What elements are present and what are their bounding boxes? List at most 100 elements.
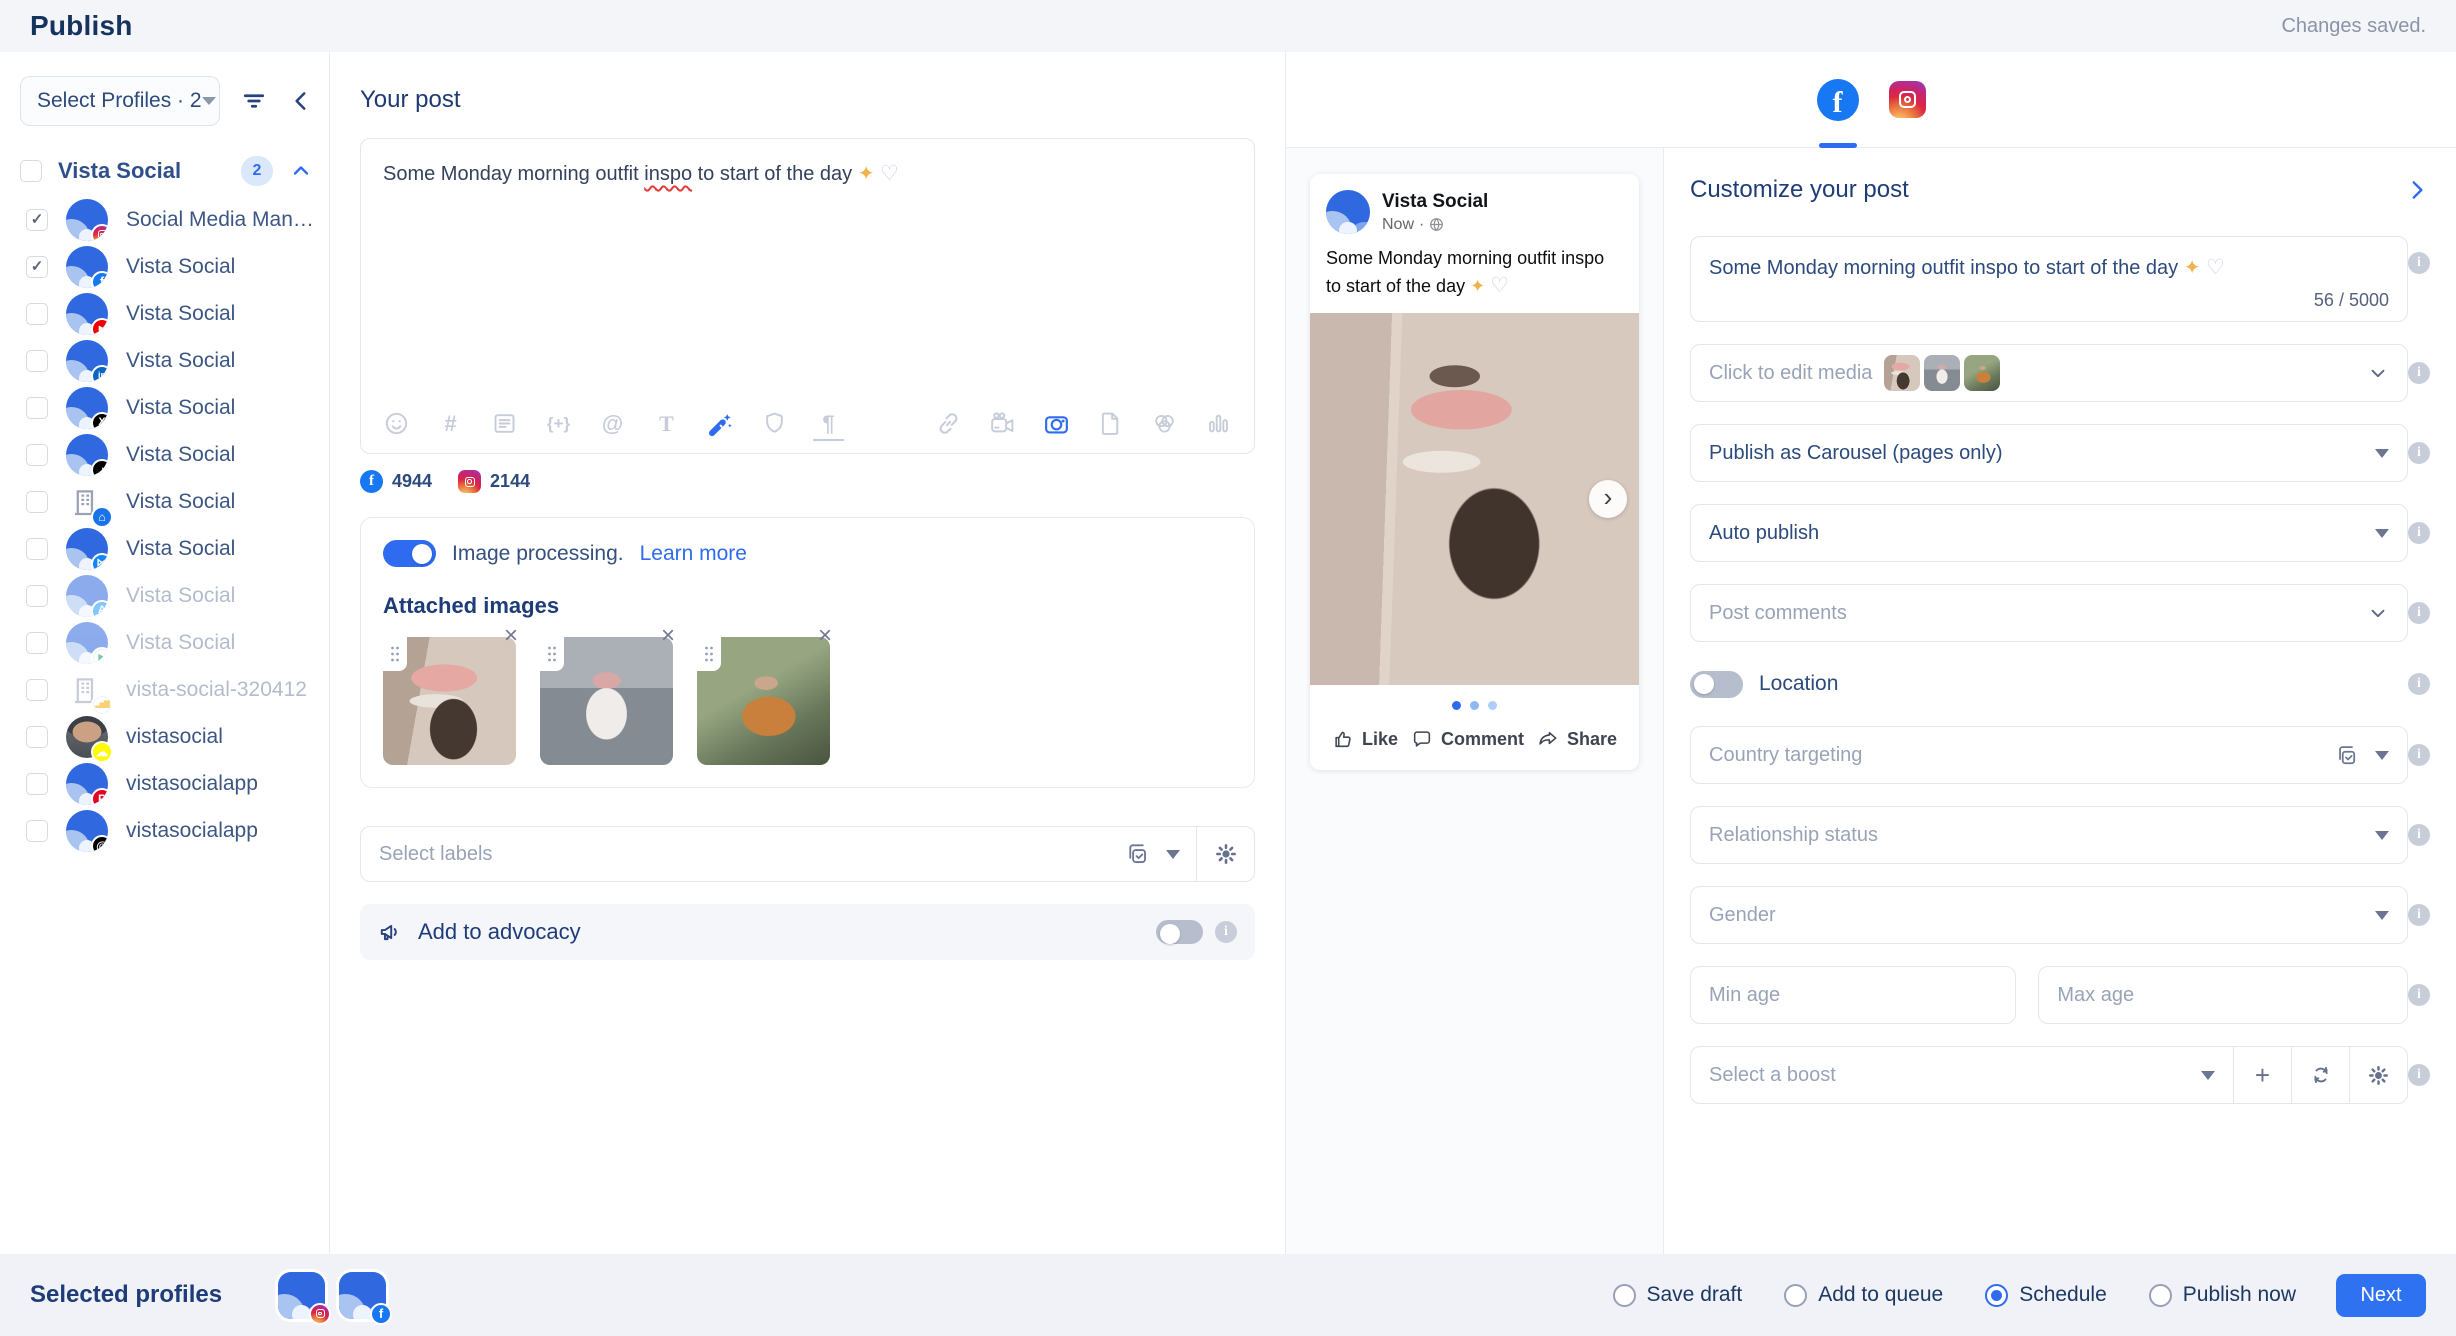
labels-settings-button[interactable] bbox=[1196, 827, 1254, 881]
refresh-boost-button[interactable] bbox=[2291, 1047, 2349, 1103]
carousel-mode-select[interactable]: Publish as Carousel (pages only) bbox=[1690, 424, 2408, 482]
profile-checkbox[interactable] bbox=[26, 350, 48, 372]
labels-select[interactable]: Select labels bbox=[360, 826, 1255, 882]
analytics-bars-icon[interactable] bbox=[1205, 410, 1232, 437]
carousel-dot[interactable] bbox=[1452, 701, 1461, 710]
carousel-dot[interactable] bbox=[1470, 701, 1479, 710]
camera-icon[interactable] bbox=[1043, 410, 1070, 437]
profile-row[interactable]: ♪ Vista Social bbox=[0, 431, 329, 478]
attached-image-2[interactable]: × bbox=[540, 637, 673, 765]
option-publish-now[interactable]: Publish now bbox=[2149, 1283, 2296, 1307]
min-age-field[interactable]: Min age bbox=[1690, 966, 2016, 1024]
image-processing-toggle[interactable] bbox=[383, 540, 436, 567]
info-icon[interactable]: i bbox=[2408, 602, 2430, 624]
hashtag-icon[interactable]: # bbox=[437, 410, 464, 437]
profile-checkbox[interactable] bbox=[26, 444, 48, 466]
info-icon[interactable]: i bbox=[2408, 1064, 2430, 1086]
profile-row[interactable]: ▂▅▇ vista-social-320412 bbox=[0, 666, 329, 713]
profile-checkbox[interactable] bbox=[26, 585, 48, 607]
location-toggle[interactable] bbox=[1690, 671, 1743, 698]
remove-image-icon[interactable]: × bbox=[498, 623, 524, 649]
profile-row[interactable]: X Vista Social bbox=[0, 384, 329, 431]
link-icon[interactable] bbox=[935, 410, 962, 437]
next-button[interactable]: Next bbox=[2336, 1274, 2426, 1317]
chevron-down-icon[interactable] bbox=[1166, 850, 1180, 859]
edit-media-field[interactable]: Click to edit media bbox=[1690, 344, 2408, 402]
profile-row[interactable]: ✓ Social Media Managem… bbox=[0, 196, 329, 243]
info-icon[interactable]: i bbox=[2408, 522, 2430, 544]
profile-checkbox[interactable] bbox=[26, 726, 48, 748]
info-icon[interactable]: i bbox=[2408, 744, 2430, 766]
document-icon[interactable] bbox=[1097, 410, 1124, 437]
notes-icon[interactable] bbox=[491, 410, 518, 437]
info-icon[interactable]: i bbox=[2408, 362, 2430, 384]
option-schedule[interactable]: Schedule bbox=[1985, 1283, 2107, 1307]
add-boost-button[interactable]: + bbox=[2233, 1047, 2291, 1103]
copy-check-icon[interactable] bbox=[2334, 743, 2359, 768]
profile-row[interactable]: @ vistasocialapp bbox=[0, 807, 329, 854]
profile-checkbox[interactable] bbox=[26, 303, 48, 325]
media-library-icon[interactable] bbox=[1151, 410, 1178, 437]
manage-labels-icon[interactable] bbox=[1124, 841, 1150, 867]
country-targeting-select[interactable]: Country targeting bbox=[1690, 726, 2408, 784]
profile-row[interactable]: ⋈ Vista Social bbox=[0, 525, 329, 572]
info-icon[interactable]: i bbox=[2408, 824, 2430, 846]
video-icon[interactable] bbox=[989, 410, 1016, 437]
group-checkbox[interactable] bbox=[20, 160, 42, 182]
info-icon[interactable]: i bbox=[2408, 673, 2430, 695]
attached-image-1[interactable]: × bbox=[383, 637, 516, 765]
profile-checkbox[interactable]: ✓ bbox=[26, 256, 48, 278]
carousel-next-button[interactable]: › bbox=[1589, 480, 1627, 518]
profile-row[interactable]: ✓ f Vista Social bbox=[0, 243, 329, 290]
profile-row[interactable]: A Vista Social bbox=[0, 572, 329, 619]
remove-image-icon[interactable]: × bbox=[812, 623, 838, 649]
chevron-right-icon[interactable] bbox=[2404, 177, 2430, 203]
text-format-icon[interactable]: T bbox=[653, 410, 680, 437]
filter-button[interactable] bbox=[240, 84, 268, 118]
drag-handle-icon[interactable] bbox=[697, 637, 721, 671]
drag-handle-icon[interactable] bbox=[540, 637, 564, 671]
emoji-icon[interactable] bbox=[383, 410, 410, 437]
paragraph-icon[interactable]: ¶ bbox=[815, 410, 842, 437]
profile-checkbox[interactable] bbox=[26, 538, 48, 560]
boost-select[interactable]: Select a boost + bbox=[1690, 1046, 2408, 1104]
profile-checkbox[interactable] bbox=[26, 397, 48, 419]
attached-image-3[interactable]: × bbox=[697, 637, 830, 765]
drag-handle-icon[interactable] bbox=[383, 637, 407, 671]
caption-field[interactable]: Some Monday morning outfit inspo to star… bbox=[1690, 236, 2408, 322]
profile-row[interactable]: ⌂ Vista Social bbox=[0, 478, 329, 525]
remove-image-icon[interactable]: × bbox=[655, 623, 681, 649]
profile-checkbox[interactable] bbox=[26, 679, 48, 701]
profile-row[interactable]: ▶ Vista Social bbox=[0, 619, 329, 666]
collapse-sidebar-button[interactable] bbox=[288, 84, 314, 118]
ai-wand-icon[interactable] bbox=[707, 410, 734, 437]
profile-row[interactable]: ☁ vistasocial bbox=[0, 713, 329, 760]
profile-checkbox[interactable] bbox=[26, 491, 48, 513]
post-comments-field[interactable]: Post comments bbox=[1690, 584, 2408, 642]
publish-method-select[interactable]: Auto publish bbox=[1690, 504, 2408, 562]
info-icon[interactable]: i bbox=[1215, 921, 1237, 943]
option-add-to-queue[interactable]: Add to queue bbox=[1784, 1283, 1943, 1307]
profile-checkbox[interactable] bbox=[26, 773, 48, 795]
relationship-status-select[interactable]: Relationship status bbox=[1690, 806, 2408, 864]
chevron-up-icon[interactable] bbox=[289, 159, 313, 183]
carousel-dot[interactable] bbox=[1488, 701, 1497, 710]
profile-row[interactable]: ▶ Vista Social bbox=[0, 290, 329, 337]
advocacy-toggle[interactable] bbox=[1156, 920, 1203, 944]
tab-instagram[interactable] bbox=[1887, 52, 1928, 147]
info-icon[interactable]: i bbox=[2408, 984, 2430, 1006]
variables-icon[interactable]: {+} bbox=[545, 410, 572, 437]
max-age-field[interactable]: Max age bbox=[2038, 966, 2408, 1024]
post-text[interactable]: Some Monday morning outfit inspo to star… bbox=[361, 139, 1254, 209]
profile-group-header[interactable]: Vista Social 2 bbox=[20, 156, 313, 186]
gender-select[interactable]: Gender bbox=[1690, 886, 2408, 944]
info-icon[interactable]: i bbox=[2408, 904, 2430, 926]
profile-row[interactable]: P vistasocialapp bbox=[0, 760, 329, 807]
profile-checkbox[interactable]: ✓ bbox=[26, 209, 48, 231]
select-profiles-dropdown[interactable]: Select Profiles · 2 bbox=[20, 76, 220, 126]
info-icon[interactable]: i bbox=[2408, 252, 2430, 274]
info-icon[interactable]: i bbox=[2408, 442, 2430, 464]
shield-icon[interactable] bbox=[761, 410, 788, 437]
profile-row[interactable]: in Vista Social bbox=[0, 337, 329, 384]
post-editor[interactable]: Some Monday morning outfit inspo to star… bbox=[360, 138, 1255, 454]
